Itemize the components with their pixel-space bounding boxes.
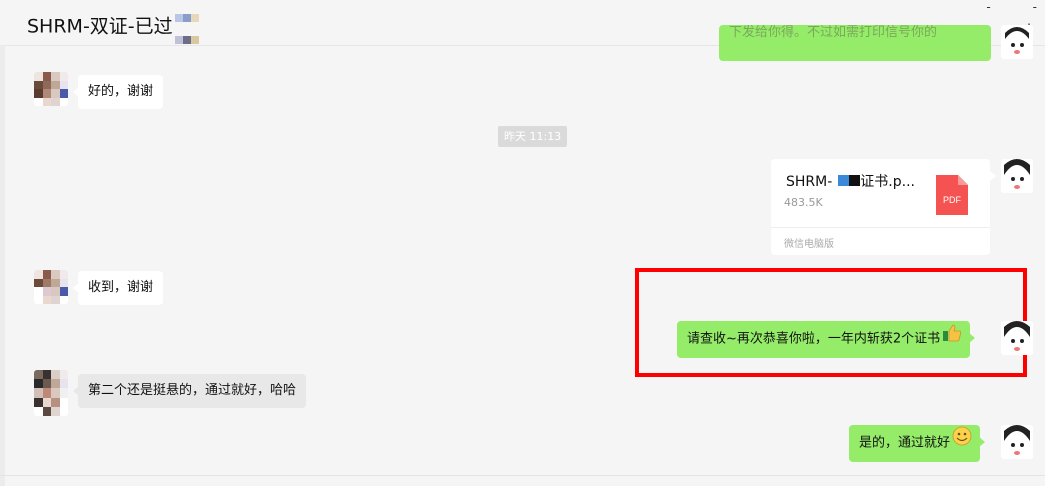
timestamp-text: 昨天 11:13 xyxy=(504,130,562,143)
thumbs-up-icon xyxy=(942,321,962,357)
message-bubble-right[interactable]: 是的，通过就好 xyxy=(849,425,986,462)
file-name-suffix: 证书.p... xyxy=(860,174,915,190)
grin-icon xyxy=(952,425,972,461)
message-text: 请查收~再次恭喜你啦，一年内斩获2个证书 xyxy=(687,331,941,347)
my-avatar[interactable] xyxy=(1001,321,1033,355)
file-name: SHRM- 证书.p... xyxy=(786,171,915,191)
chat-input-divider xyxy=(0,475,1045,476)
left-rail xyxy=(0,45,5,486)
my-avatar[interactable] xyxy=(1001,159,1033,193)
pdf-file-icon: PDF xyxy=(936,175,968,215)
file-card-tail xyxy=(990,171,996,181)
message-text: 是的，通过就好 xyxy=(859,435,951,451)
contact-avatar[interactable] xyxy=(34,370,68,416)
title-mosaic-censor xyxy=(174,5,199,49)
contact-avatar[interactable] xyxy=(34,72,68,106)
message-text: 收到，谢谢 xyxy=(88,280,154,295)
message-bubble-left[interactable]: 第二个还是挺悬的，通过就好，哈哈 xyxy=(72,374,307,408)
message-text: 好的，谢谢 xyxy=(88,84,154,99)
file-name-prefix: SHRM- xyxy=(786,174,833,190)
message-timestamp: 昨天 11:13 xyxy=(498,126,568,147)
file-name-mosaic-censor xyxy=(832,174,861,190)
pdf-label: PDF xyxy=(943,195,962,205)
chat-title: SHRM-双证-已过 xyxy=(27,5,199,49)
file-message-card[interactable]: SHRM- 证书.p... 483.5K PDF 微信电脑版 xyxy=(771,159,990,255)
message-bubble-right[interactable]: 请查收~再次恭喜你啦，一年内斩获2个证书 xyxy=(677,321,976,358)
message-bubble-left[interactable]: 收到，谢谢 xyxy=(72,271,164,305)
message-bubble-left[interactable]: 好的，谢谢 xyxy=(72,75,164,109)
file-size: 483.5K xyxy=(784,196,823,209)
my-avatar[interactable] xyxy=(1001,425,1033,459)
my-avatar[interactable] xyxy=(1001,25,1033,59)
file-source: 微信电脑版 xyxy=(784,239,834,250)
file-card-divider xyxy=(771,227,990,228)
message-text: 第二个还是挺悬的，通过就好，哈哈 xyxy=(88,383,297,398)
message-bubble-partial[interactable]: 下发给你得。不过如需打印信号你的 xyxy=(719,25,991,61)
contact-avatar[interactable] xyxy=(34,270,68,304)
chat-title-text: SHRM-双证-已过 xyxy=(27,15,173,38)
partial-message-text: 下发给你得。不过如需打印信号你的 xyxy=(729,25,938,40)
window-corner-mark: - - xyxy=(986,0,1037,14)
